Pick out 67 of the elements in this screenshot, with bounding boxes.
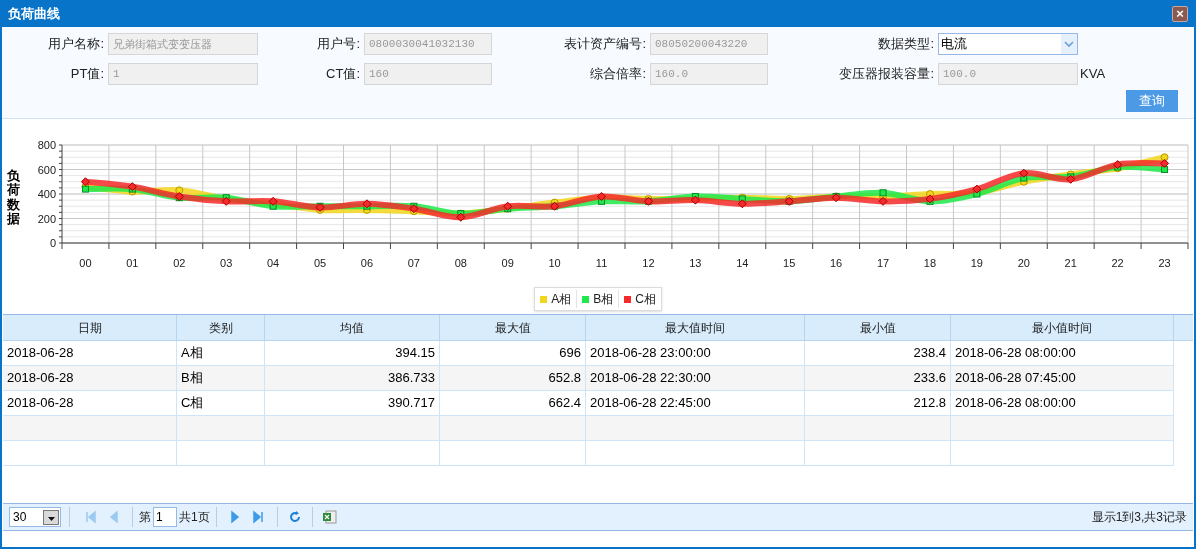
unit-label: KVA (1079, 65, 1106, 84)
page-prefix: 第 (139, 509, 151, 526)
field-label: 表计资产编号: (563, 35, 647, 54)
table-cell: 238.4 (805, 341, 951, 365)
table-cell: 2018-06-28 08:00:00 (951, 341, 1174, 365)
field-label: CT值: (325, 65, 361, 84)
x-tick-label: 18 (923, 257, 937, 269)
table-cell: 394.15 (265, 341, 440, 365)
table-cell: 2018-06-28 08:00:00 (951, 391, 1174, 415)
x-tick-label: 02 (173, 257, 186, 269)
x-tick-label: 22 (1111, 257, 1124, 269)
y-tick-label: 0 (49, 237, 56, 249)
legend-label: B相 (593, 291, 614, 308)
x-tick-label: 20 (1017, 257, 1030, 269)
x-tick-label: 12 (642, 257, 655, 269)
x-tick-label: 09 (501, 257, 514, 269)
x-tick-label: 13 (689, 257, 702, 269)
x-tick-label: 05 (313, 257, 327, 269)
table-cell: 2018-06-28 (3, 391, 177, 415)
x-tick-label: 00 (79, 257, 92, 269)
x-tick-label: 11 (595, 257, 608, 269)
y-tick-label: 600 (37, 163, 56, 176)
x-tick-label: 23 (1158, 257, 1171, 269)
table-cell: 2018-06-28 (3, 341, 177, 365)
x-tick-label: 19 (970, 257, 983, 269)
table-cell: 2018-06-28 (3, 366, 177, 390)
table-cell: C相 (177, 391, 265, 415)
x-tick-label: 21 (1064, 257, 1077, 269)
legend-label: C相 (635, 291, 656, 308)
table-cell: 233.6 (805, 366, 951, 390)
table-cell: 696 (440, 341, 586, 365)
table-cell: 652.8 (440, 366, 586, 390)
x-tick-label: 03 (220, 257, 233, 269)
x-tick-label: 16 (830, 257, 843, 269)
table-cell: 386.733 (265, 366, 440, 390)
x-tick-label: 10 (548, 257, 561, 269)
x-tick-label: 04 (267, 257, 280, 269)
window-title: 负荷曲线 (8, 4, 60, 23)
record-summary: 显示1到3,共3记录 (1091, 509, 1187, 526)
table-cell: 2018-06-28 07:45:00 (951, 366, 1174, 390)
table-cell: 2018-06-28 22:30:00 (586, 366, 805, 390)
x-tick-label: 01 (126, 257, 139, 269)
table-cell: B相 (177, 366, 265, 390)
x-tick-label: 14 (736, 257, 749, 269)
x-tick-label: 06 (360, 257, 374, 269)
field-label: PT值: (69, 65, 105, 84)
table-cell: 662.4 (440, 391, 586, 415)
y-tick-label: 200 (37, 212, 56, 225)
field-label: 数据类型: (877, 35, 935, 54)
x-tick-label: 15 (783, 257, 796, 269)
x-tick-label: 08 (454, 257, 467, 269)
y-tick-label: 800 (37, 139, 56, 151)
field-label: 综合倍率: (589, 65, 647, 84)
axis-title: 负荷数据 (6, 169, 20, 227)
table-cell: 390.717 (265, 391, 440, 415)
field-label: 变压器报装容量: (838, 65, 935, 84)
page-total: 共1页 (179, 509, 210, 526)
field-label: 用户号: (316, 35, 361, 54)
table-cell: 2018-06-28 22:45:00 (586, 391, 805, 415)
x-tick-label: 07 (407, 257, 420, 269)
table-cell: A相 (177, 341, 265, 365)
table-cell: 212.8 (805, 391, 951, 415)
table-cell: 2018-06-28 23:00:00 (586, 341, 805, 365)
legend-label: A相 (551, 291, 572, 308)
y-tick-label: 400 (37, 188, 56, 200)
x-tick-label: 17 (876, 257, 890, 269)
field-label: 用户名称: (47, 35, 105, 54)
